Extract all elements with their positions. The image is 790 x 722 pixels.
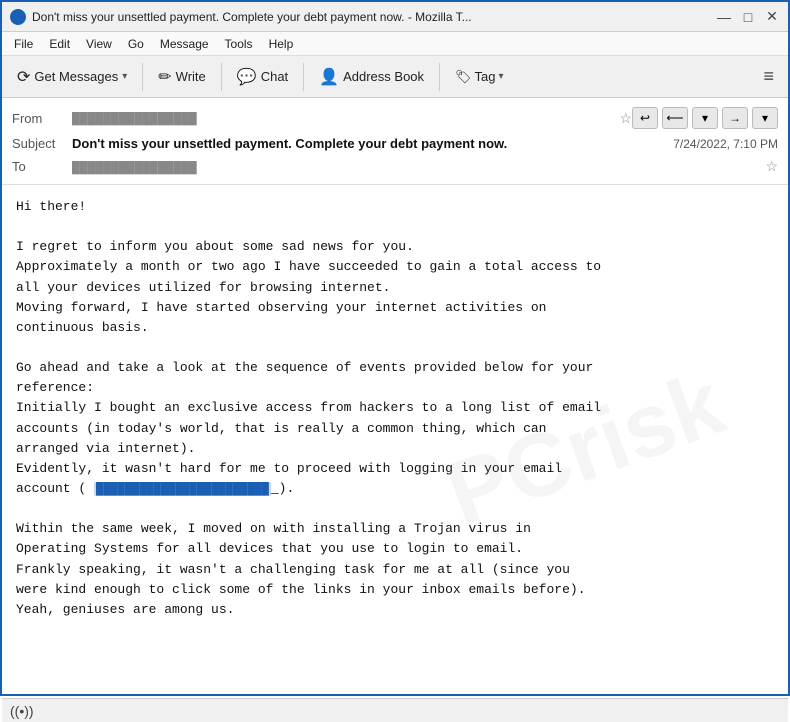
get-messages-arrow: ▾: [122, 71, 127, 82]
toolbar-divider-1: [142, 63, 143, 91]
menu-message[interactable]: Message: [154, 35, 215, 53]
get-messages-label: Get Messages: [34, 69, 118, 84]
chat-icon: 💬: [237, 67, 257, 87]
address-book-label: Address Book: [343, 69, 424, 84]
write-button[interactable]: ✏ Write: [149, 61, 215, 93]
body-line-6: continuous basis.: [16, 318, 774, 338]
to-label: To: [12, 159, 72, 174]
toolbar-divider-2: [221, 63, 222, 91]
tag-button[interactable]: 🏷 Tag ▾: [446, 61, 513, 93]
write-label: Write: [176, 69, 206, 84]
subject-value: Don't miss your unsettled payment. Compl…: [72, 136, 663, 151]
tag-label: Tag: [475, 69, 496, 84]
get-messages-icon: ⟳: [17, 67, 30, 87]
app-icon: [10, 9, 26, 25]
from-star-icon[interactable]: ☆: [619, 110, 632, 127]
body-line-10: accounts (in today's world, that is real…: [16, 419, 774, 439]
menu-tools[interactable]: Tools: [219, 35, 259, 53]
menu-file[interactable]: File: [8, 35, 39, 53]
forward-button[interactable]: →: [722, 107, 748, 129]
toolbar-divider-3: [303, 63, 304, 91]
body-line-15: Operating Systems for all devices that y…: [16, 539, 774, 559]
body-line-12: Evidently, it wasn't hard for me to proc…: [16, 459, 774, 479]
write-icon: ✏: [158, 67, 171, 87]
from-row: From ████████████████ ☆ ↩ ⟵ ▾ → ▾: [12, 104, 778, 132]
chat-button[interactable]: 💬 Chat: [228, 61, 297, 93]
to-row: To ████████████████ ☆: [12, 155, 778, 178]
body-line-9: Initially I bought an exclusive access f…: [16, 398, 774, 418]
body-line-4: all your devices utilized for browsing i…: [16, 278, 774, 298]
reply-button[interactable]: ↩: [632, 107, 658, 129]
get-messages-button[interactable]: ⟳ Get Messages ▾: [8, 61, 136, 93]
body-line-18: Yeah, geniuses are among us.: [16, 600, 774, 620]
actions-down-button[interactable]: ▾: [692, 107, 718, 129]
statusbar: ((•)): [2, 698, 788, 722]
connection-icon: ((•)): [10, 703, 34, 719]
maximize-button[interactable]: □: [740, 9, 756, 25]
toolbar: ⟳ Get Messages ▾ ✏ Write 💬 Chat 👤 Addres…: [2, 56, 788, 98]
account-link[interactable]: ████████████████████████: [94, 481, 279, 496]
menu-view[interactable]: View: [80, 35, 118, 53]
email-body-scroll[interactable]: PCrisk Hi there! I regret to inform you …: [2, 185, 788, 698]
minimize-button[interactable]: —: [716, 9, 732, 25]
titlebar: Don't miss your unsettled payment. Compl…: [2, 2, 788, 32]
to-value: ████████████████: [72, 160, 759, 174]
chat-label: Chat: [261, 69, 288, 84]
menu-go[interactable]: Go: [122, 35, 150, 53]
toolbar-menu-button[interactable]: ≡: [755, 62, 782, 91]
body-line-17: were kind enough to click some of the li…: [16, 580, 774, 600]
body-line-3: Approximately a month or two ago I have …: [16, 257, 774, 277]
from-label: From: [12, 111, 72, 126]
body-line-8: reference:: [16, 378, 774, 398]
body-line-2: I regret to inform you about some sad ne…: [16, 237, 774, 257]
window-title: Don't miss your unsettled payment. Compl…: [32, 10, 706, 24]
tag-icon: 🏷: [455, 69, 472, 85]
window-controls: — □ ✕: [716, 9, 780, 25]
body-line-11: arranged via internet).: [16, 439, 774, 459]
email-date: 7/24/2022, 7:10 PM: [673, 137, 778, 151]
from-value: ████████████████: [72, 111, 613, 125]
address-book-button[interactable]: 👤 Address Book: [310, 61, 433, 93]
subject-label: Subject: [12, 136, 72, 151]
body-line-13: account ( ████████████████████████ ).: [16, 479, 774, 499]
subject-row: Subject Don't miss your unsettled paymen…: [12, 132, 778, 155]
body-line-16: Frankly speaking, it wasn't a challengin…: [16, 560, 774, 580]
tag-dropdown-arrow: ▾: [499, 71, 504, 82]
address-book-icon: 👤: [319, 67, 339, 87]
body-line-14: Within the same week, I moved on with in…: [16, 519, 774, 539]
email-body-area: PCrisk Hi there! I regret to inform you …: [2, 185, 788, 698]
email-body: PCrisk Hi there! I regret to inform you …: [2, 185, 788, 672]
to-star-icon[interactable]: ☆: [765, 158, 778, 175]
body-line-1: Hi there!: [16, 197, 774, 217]
more-actions-button[interactable]: ▾: [752, 107, 778, 129]
menu-help[interactable]: Help: [263, 35, 300, 53]
email-action-buttons: ↩ ⟵ ▾ → ▾: [632, 107, 778, 129]
email-header: From ████████████████ ☆ ↩ ⟵ ▾ → ▾ Subjec…: [2, 98, 788, 185]
close-button[interactable]: ✕: [764, 9, 780, 25]
body-line-5: Moving forward, I have started observing…: [16, 298, 774, 318]
menubar: File Edit View Go Message Tools Help: [2, 32, 788, 56]
body-line-7: Go ahead and take a look at the sequence…: [16, 358, 774, 378]
main-content: From ████████████████ ☆ ↩ ⟵ ▾ → ▾ Subjec…: [2, 98, 788, 698]
menu-edit[interactable]: Edit: [43, 35, 76, 53]
reply-all-button[interactable]: ⟵: [662, 107, 688, 129]
toolbar-divider-4: [439, 63, 440, 91]
